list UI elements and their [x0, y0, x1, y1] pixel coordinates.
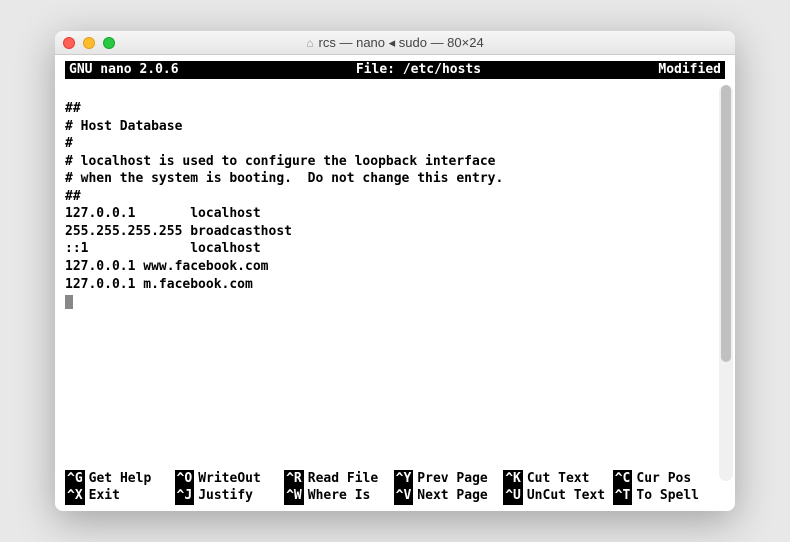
shortcut-label: To Spell — [636, 487, 699, 505]
shortcut-key: ^K — [503, 470, 523, 488]
shortcut-item: ^TTo Spell — [613, 487, 723, 505]
shortcut-label: WriteOut — [198, 470, 261, 488]
shortcut-item: ^VNext Page — [394, 487, 504, 505]
shortcut-item: ^GGet Help — [65, 470, 175, 488]
shortcut-key: ^Y — [394, 470, 414, 488]
shortcut-key: ^U — [503, 487, 523, 505]
shortcut-label: Read File — [308, 470, 378, 488]
terminal-window: ⌂ rcs — nano ◂ sudo — 80×24 GNU nano 2.0… — [55, 31, 735, 511]
shortcut-key: ^V — [394, 487, 414, 505]
nano-header: GNU nano 2.0.6 File: /etc/hosts Modified — [65, 61, 725, 79]
shortcut-key: ^J — [175, 487, 195, 505]
scrollbar[interactable] — [719, 85, 733, 481]
titlebar: ⌂ rcs — nano ◂ sudo — 80×24 — [55, 31, 735, 55]
scrollbar-thumb[interactable] — [721, 85, 731, 362]
text-cursor — [65, 295, 73, 309]
shortcut-item: ^CCur Pos — [613, 470, 723, 488]
shortcut-key: ^W — [284, 487, 304, 505]
file-content[interactable]: ## # Host Database # # localhost is used… — [65, 83, 725, 294]
close-button[interactable] — [63, 37, 75, 49]
shortcut-key: ^R — [284, 470, 304, 488]
shortcut-key: ^O — [175, 470, 195, 488]
shortcut-item: ^RRead File — [284, 470, 394, 488]
shortcut-item: ^WWhere Is — [284, 487, 394, 505]
traffic-lights — [63, 37, 115, 49]
shortcut-key: ^C — [613, 470, 633, 488]
shortcut-item: ^JJustify — [175, 487, 285, 505]
shortcut-key: ^X — [65, 487, 85, 505]
shortcut-item: ^UUnCut Text — [503, 487, 613, 505]
maximize-button[interactable] — [103, 37, 115, 49]
shortcut-key: ^G — [65, 470, 85, 488]
nano-app-name: GNU nano 2.0.6 — [69, 61, 179, 79]
shortcut-item: ^XExit — [65, 487, 175, 505]
shortcut-label: Where Is — [308, 487, 371, 505]
shortcut-label: Get Help — [89, 470, 152, 488]
shortcut-label: Justify — [198, 487, 253, 505]
terminal-content[interactable]: GNU nano 2.0.6 File: /etc/hosts Modified… — [55, 55, 735, 511]
shortcut-label: Exit — [89, 487, 120, 505]
shortcut-label: UnCut Text — [527, 487, 605, 505]
shortcut-label: Cut Text — [527, 470, 590, 488]
window-title-text: rcs — nano ◂ sudo — 80×24 — [319, 35, 484, 51]
nano-status: Modified — [658, 61, 721, 79]
shortcut-item: ^OWriteOut — [175, 470, 285, 488]
shortcut-bar: ^GGet Help^OWriteOut^RRead File^YPrev Pa… — [65, 470, 725, 505]
home-icon: ⌂ — [306, 36, 313, 50]
minimize-button[interactable] — [83, 37, 95, 49]
shortcut-label: Prev Page — [417, 470, 487, 488]
shortcut-key: ^T — [613, 487, 633, 505]
shortcut-label: Next Page — [417, 487, 487, 505]
shortcut-label: Cur Pos — [636, 470, 691, 488]
shortcut-item: ^YPrev Page — [394, 470, 504, 488]
shortcut-item: ^KCut Text — [503, 470, 613, 488]
nano-file-name: File: /etc/hosts — [356, 61, 481, 79]
window-title: ⌂ rcs — nano ◂ sudo — 80×24 — [306, 35, 483, 51]
